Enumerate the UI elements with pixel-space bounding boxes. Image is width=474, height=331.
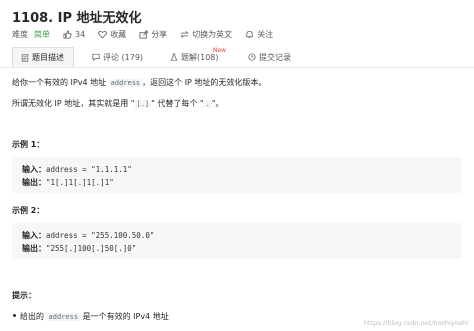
output-value: "255[.]100[.]50[.]0" xyxy=(46,244,137,253)
bell-icon xyxy=(246,30,253,38)
tab-submissions[interactable]: 提交记录 xyxy=(248,47,291,67)
difficulty-value: 简单 xyxy=(34,29,50,39)
flask-icon xyxy=(170,53,178,61)
inline-code: [.] xyxy=(134,100,152,108)
follow-label: 关注 xyxy=(257,29,274,39)
switch-language-button[interactable]: 切换为英文 xyxy=(180,29,232,40)
example-1-block: 输入：address = "1.1.1.1" 输出："1[.]1[.]1[.]1… xyxy=(12,157,462,193)
tab-description[interactable]: 题目描述 xyxy=(12,47,74,67)
description-text: 给你一个有效的 IPv4 地址 xyxy=(12,78,109,87)
favorite-button[interactable]: 收藏 xyxy=(98,29,126,40)
share-icon xyxy=(139,30,148,39)
output-label: 输出： xyxy=(22,178,46,187)
example-1-output: 输出："1[.]1[.]1[.]1" xyxy=(22,177,114,188)
thumbs-up-icon xyxy=(63,29,72,39)
input-value: address = "1.1.1.1" xyxy=(46,165,132,174)
like-button[interactable]: 34 xyxy=(63,30,85,39)
follow-button[interactable]: 关注 xyxy=(245,29,273,40)
example-1-input: 输入：address = "1.1.1.1" xyxy=(22,164,132,175)
tab-comments-label: 评论 (179) xyxy=(103,52,144,62)
comment-icon xyxy=(92,53,100,61)
description-text: ，返回这个 IP 地址的无效化版本。 xyxy=(142,78,267,87)
example-2-input: 输入：address = "255.100.50.0" xyxy=(22,230,154,241)
input-label: 输入： xyxy=(22,165,46,174)
share-label: 分享 xyxy=(151,29,168,39)
like-count: 34 xyxy=(75,29,86,39)
favorite-label: 收藏 xyxy=(110,29,127,39)
watermark: https://blog.csdn.net/hoshiyoshi xyxy=(363,319,468,327)
hint-item: 给出的 address 是一个有效的 IPv4 地址 xyxy=(20,311,169,322)
share-button[interactable]: 分享 xyxy=(139,29,167,40)
input-label: 输入： xyxy=(22,231,46,240)
inline-code: address xyxy=(108,79,143,87)
output-value: "1[.]1[.]1[.]1" xyxy=(46,178,114,187)
hint-text: 给出的 xyxy=(20,312,47,321)
hint-text: 是一个有效的 IPv4 地址 xyxy=(80,312,169,321)
inline-code: . xyxy=(203,100,212,108)
tab-solutions[interactable]: 题解(108) xyxy=(170,47,219,67)
difficulty: 难度 简单 xyxy=(12,29,50,40)
inline-code: address xyxy=(46,313,81,321)
problem-title: 1108. IP 地址无效化 xyxy=(12,11,142,26)
example-2-heading: 示例 2： xyxy=(12,206,45,215)
example-2-block: 输入：address = "255.100.50.0" 输出："255[.]10… xyxy=(12,223,462,259)
tab-description-label: 题目描述 xyxy=(32,53,64,62)
problem-meta-bar: 难度 简单 34 收藏 分享 切换为英文 关注 xyxy=(12,28,286,40)
example-2-output: 输出："255[.]100[.]50[.]0" xyxy=(22,243,136,254)
description-line-2: 所谓无效化 IP 地址，其实就是用 " [.] " 代替了每个 ". "。 xyxy=(12,98,224,109)
input-value: address = "255.100.50.0" xyxy=(46,231,155,240)
tab-submissions-label: 提交记录 xyxy=(259,52,291,62)
example-1-heading: 示例 1： xyxy=(12,140,45,149)
output-label: 输出： xyxy=(22,244,46,253)
description-text: 所谓无效化 IP 地址，其实就是用 " xyxy=(12,99,135,108)
difficulty-label: 难度 xyxy=(12,29,28,39)
description-text: "。 xyxy=(211,99,224,108)
heart-icon xyxy=(98,30,107,39)
hints-heading: 提示： xyxy=(12,291,36,300)
tab-bar: 题目描述 评论 (179) 题解(108) 提交记录 xyxy=(0,47,474,68)
new-badge: New xyxy=(213,47,227,54)
description-text: " 代替了每个 " xyxy=(151,99,204,108)
tab-comments[interactable]: 评论 (179) xyxy=(92,47,143,67)
switch-language-label: 切换为英文 xyxy=(192,29,233,39)
swap-icon xyxy=(180,30,189,38)
list-bullet xyxy=(13,314,16,317)
clock-icon xyxy=(248,53,256,61)
description-line-1: 给你一个有效的 IPv4 地址 address ，返回这个 IP 地址的无效化版本… xyxy=(12,77,266,88)
document-icon xyxy=(21,53,29,62)
